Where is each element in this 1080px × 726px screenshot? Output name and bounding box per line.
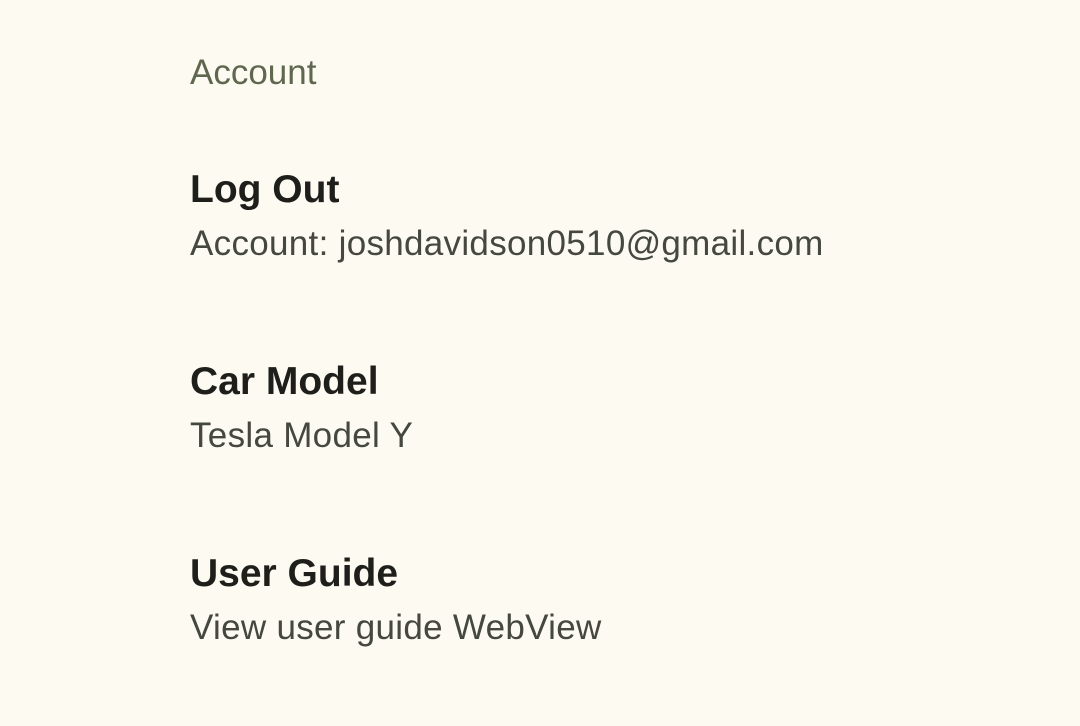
- car-model-summary: Tesla Model Y: [190, 416, 414, 455]
- user-guide-summary: View user guide WebView: [190, 608, 602, 647]
- car-model-title: Car Model: [190, 360, 379, 403]
- car-model-preference[interactable]: Car Model Tesla Model Y: [0, 312, 1080, 504]
- account-section-header: Account: [190, 53, 317, 92]
- user-guide-preference[interactable]: User Guide View user guide WebView: [0, 504, 1080, 696]
- account-email-summary: Account: joshdavidson0510@gmail.com: [190, 224, 824, 263]
- settings-screen: Account Log Out Account: joshdavidson051…: [0, 0, 1080, 726]
- log-out-preference[interactable]: Log Out Account: joshdavidson0510@gmail.…: [0, 120, 1080, 312]
- log-out-title: Log Out: [190, 168, 340, 211]
- user-guide-title: User Guide: [190, 552, 399, 595]
